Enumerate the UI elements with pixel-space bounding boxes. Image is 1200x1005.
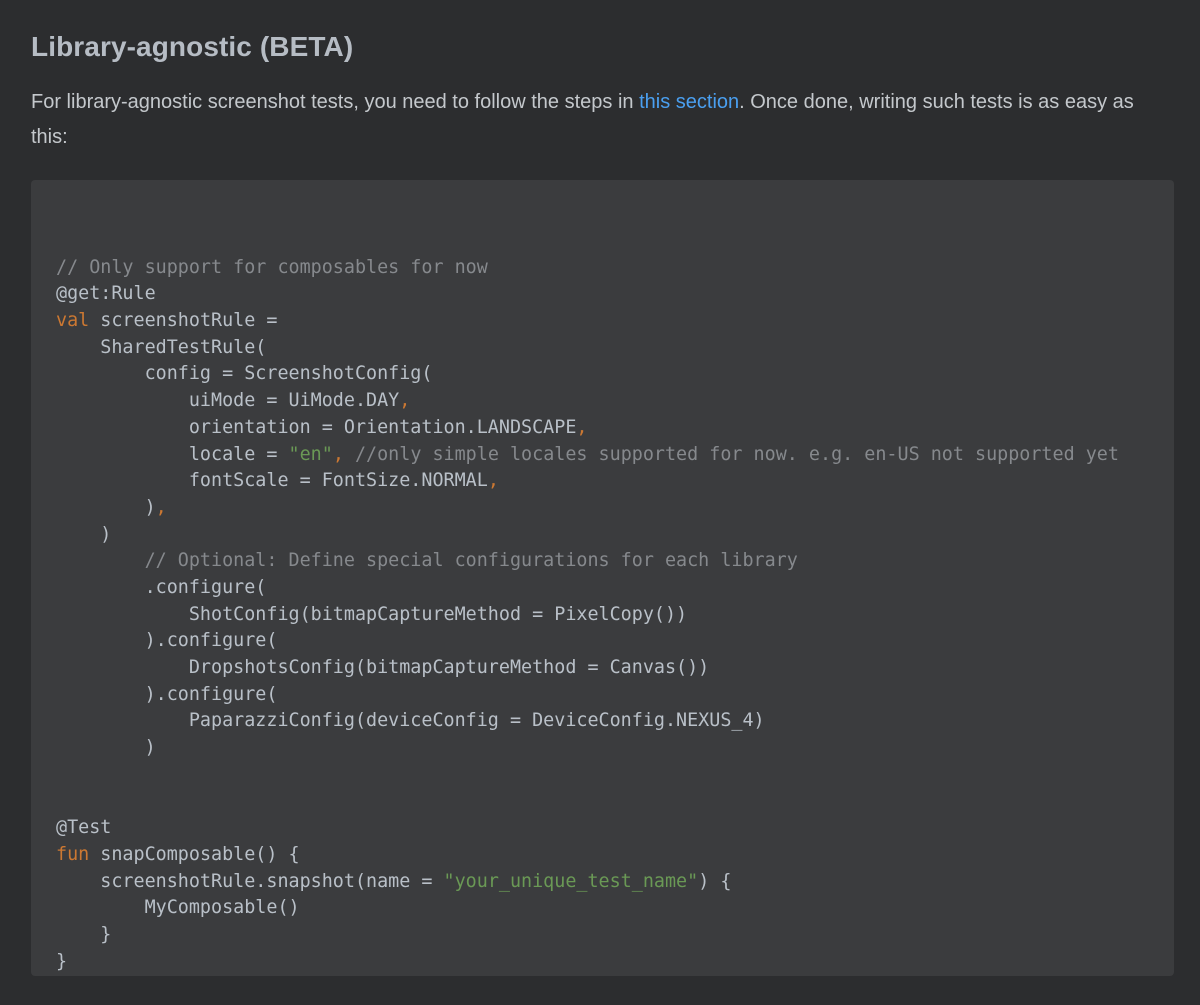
- code-line: .configure(: [56, 575, 1174, 602]
- code-line: ): [56, 735, 1174, 762]
- code-line: PaparazziConfig(deviceConfig = DeviceCon…: [56, 708, 1174, 735]
- code-line: orientation = Orientation.LANDSCAPE,: [56, 415, 1174, 442]
- code-token-plain: uiMode = UiMode.DAY: [56, 390, 400, 412]
- code-line: }: [56, 949, 1174, 976]
- code-token-plain: snapComposable() {: [89, 843, 300, 865]
- code-token-plain: orientation = Orientation.LANDSCAPE: [56, 416, 577, 438]
- code-block[interactable]: // Only support for composables for now @…: [31, 180, 1174, 976]
- code-token-plain: MyComposable(): [56, 897, 300, 919]
- code-token-plain: ): [56, 737, 156, 759]
- code-line: }: [56, 922, 1174, 949]
- code-token-plain: ).configure(: [56, 683, 278, 705]
- code-line: screenshotRule.snapshot(name = "your_uni…: [56, 869, 1174, 896]
- code-token-punct: ,: [332, 443, 344, 465]
- code-line: val screenshotRule =: [56, 308, 1174, 335]
- code-line: ),: [56, 495, 1174, 522]
- code-line: @get:Rule: [56, 281, 1174, 308]
- code-line: DropshotsConfig(bitmapCaptureMethod = Ca…: [56, 655, 1174, 682]
- code-token-plain: .configure(: [56, 576, 267, 598]
- code-token-plain: config = ScreenshotConfig(: [56, 363, 433, 385]
- code-token-plain: screenshotRule =: [89, 310, 278, 332]
- code-token-plain: @Test: [56, 817, 112, 839]
- intro-paragraph: For library-agnostic screenshot tests, y…: [31, 85, 1171, 155]
- code-token-plain: }: [56, 950, 68, 972]
- code-line: MyComposable(): [56, 895, 1174, 922]
- code-token-str: "your_unique_test_name": [443, 870, 699, 892]
- code-line: locale = "en", //only simple locales sup…: [56, 442, 1174, 469]
- this-section-link[interactable]: this section: [639, 91, 739, 113]
- code-token-plain: screenshotRule.snapshot(name =: [56, 870, 444, 892]
- code-line: // Only support for composables for now: [56, 255, 1174, 282]
- code-token-punct: ,: [155, 496, 167, 518]
- code-token-str: "en": [288, 443, 333, 465]
- code-token-plain: ): [56, 496, 156, 518]
- code-token-punct: ,: [576, 416, 588, 438]
- code-line: // Optional: Define special configuratio…: [56, 548, 1174, 575]
- code-line: config = ScreenshotConfig(: [56, 361, 1174, 388]
- code-token-punct: ,: [487, 470, 499, 492]
- code-token-plain: SharedTestRule(: [56, 336, 267, 358]
- page-title: Library-agnostic (BETA): [31, 31, 354, 62]
- code-line: ).configure(: [56, 682, 1174, 709]
- code-token-plain: ): [56, 523, 112, 545]
- code-token-plain: PaparazziConfig(deviceConfig = DeviceCon…: [56, 710, 765, 732]
- code-token-plain: }: [56, 923, 112, 945]
- code-line: uiMode = UiMode.DAY,: [56, 388, 1174, 415]
- code-token-plain: DropshotsConfig(bitmapCaptureMethod = Ca…: [56, 657, 710, 678]
- code-line: fun snapComposable() {: [56, 842, 1174, 869]
- code-token-plain: @get:Rule: [56, 283, 156, 305]
- code-line: fontScale = FontSize.NORMAL,: [56, 468, 1174, 495]
- code-token-plain: ).configure(: [56, 630, 278, 652]
- code-token-kw: val: [56, 310, 90, 332]
- code-token-plain: ShotConfig(bitmapCaptureMethod = PixelCo…: [56, 603, 688, 625]
- code-token-cmt: // Optional: Define special configuratio…: [56, 550, 798, 572]
- code-line: ).configure(: [56, 628, 1174, 655]
- code-token-plain: fontScale = FontSize.NORMAL: [56, 470, 488, 492]
- code-line: ShotConfig(bitmapCaptureMethod = PixelCo…: [56, 602, 1174, 629]
- code-token-plain: locale =: [56, 443, 289, 465]
- code-token-plain: ) {: [698, 870, 732, 892]
- code-line: ): [56, 522, 1174, 549]
- code-token-kw: fun: [56, 843, 90, 865]
- code-token-cmt: //only simple locales supported for now.…: [343, 443, 1119, 465]
- code-token-cmt: // Only support for composables for now: [56, 256, 488, 278]
- code-line: SharedTestRule(: [56, 335, 1174, 362]
- intro-text-before: For library-agnostic screenshot tests, y…: [31, 91, 640, 113]
- code-content: // Only support for composables for now @…: [56, 228, 1174, 975]
- code-line: @Test: [56, 815, 1174, 842]
- code-token-punct: ,: [399, 390, 411, 412]
